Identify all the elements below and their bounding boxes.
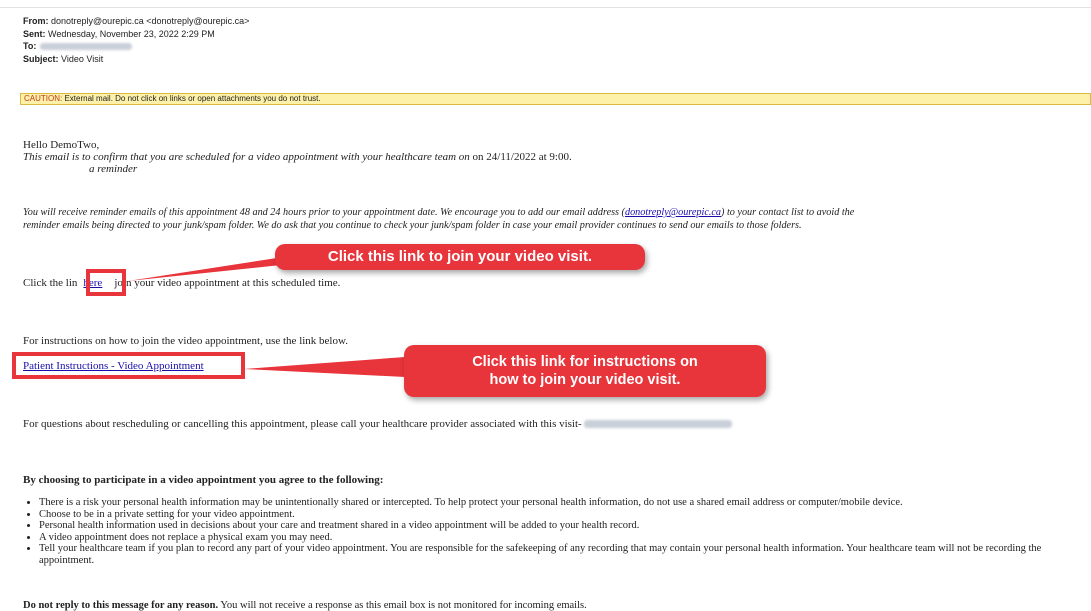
callout-2-pointer bbox=[244, 357, 405, 377]
reminder-fragment: a reminder bbox=[89, 163, 138, 175]
instructions-link-highlight bbox=[12, 352, 245, 379]
confirm-line: This email is to confirm that you are sc… bbox=[23, 151, 572, 163]
here-link-highlight bbox=[86, 269, 126, 296]
caution-banner: CAUTION: External mail. Do not click on … bbox=[20, 93, 1091, 105]
sent-value: Wednesday, November 23, 2022 2:29 PM bbox=[48, 28, 215, 39]
callout-join-visit: Click this link to join your video visit… bbox=[275, 244, 645, 270]
reminder-paragraph-line2: reminder emails being directed to your j… bbox=[23, 220, 802, 231]
agreement-list: There is a risk your personal health inf… bbox=[23, 497, 1091, 567]
list-item: Personal health information used in deci… bbox=[39, 520, 1091, 532]
list-item: A video appointment does not replace a p… bbox=[39, 532, 1091, 544]
caution-label: CAUTION: bbox=[24, 94, 63, 103]
email-header: From: donotreply@ourepic.ca <donotreply@… bbox=[23, 15, 249, 65]
reminder-paragraph-line1: You will receive reminder emails of this… bbox=[23, 207, 855, 218]
agree-heading: By choosing to participate in a video ap… bbox=[23, 474, 384, 486]
caution-text: External mail. Do not click on links or … bbox=[64, 94, 321, 103]
reminder-email-link[interactable]: donotreply@ourepic.ca bbox=[625, 207, 721, 218]
callout-instructions: Click this link for instructions on how … bbox=[404, 345, 766, 397]
instructions-intro: For instructions on how to join the vide… bbox=[23, 335, 348, 347]
sent-line: Sent: Wednesday, November 23, 2022 2:29 … bbox=[23, 28, 215, 39]
subject-line: Subject: Video Visit bbox=[23, 53, 104, 64]
list-item: Choose to be in a private setting for yo… bbox=[39, 509, 1091, 521]
list-item: There is a risk your personal health inf… bbox=[39, 497, 1091, 509]
top-divider bbox=[0, 7, 1091, 8]
redacted-provider bbox=[583, 420, 732, 429]
noreply-line: Do not reply to this message for any rea… bbox=[23, 600, 587, 611]
from-line: From: donotreply@ourepic.ca <donotreply@… bbox=[23, 16, 250, 26]
join-line: Click the lin here join your video appoint… bbox=[23, 277, 341, 289]
from-value: donotreply@ourepic.ca <donotreply@ourepi… bbox=[51, 16, 250, 26]
to-line: To: bbox=[23, 40, 249, 53]
subject-value: Video Visit bbox=[61, 53, 104, 64]
list-item: Tell your healthcare team if you plan to… bbox=[39, 543, 1091, 566]
questions-line: For questions about rescheduling or canc… bbox=[23, 418, 732, 430]
greeting: Hello DemoTwo, bbox=[23, 139, 100, 151]
redacted-recipient bbox=[40, 43, 133, 51]
